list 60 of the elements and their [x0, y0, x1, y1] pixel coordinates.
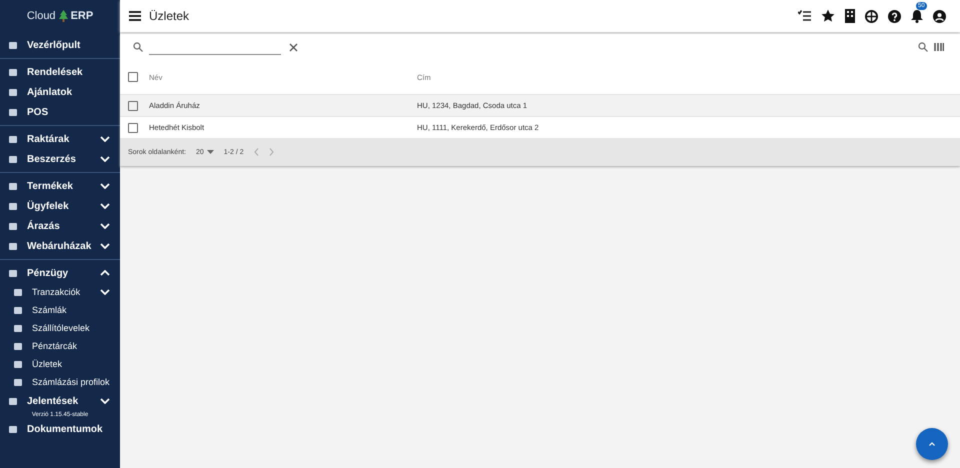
sidebar-item[interactable]: Rendelések: [0, 62, 120, 82]
sidebar-item[interactable]: Vezérlőpult: [0, 35, 120, 55]
square-icon: [9, 68, 17, 76]
page-title: Üzletek: [149, 9, 190, 23]
search-icon: [133, 42, 143, 52]
bell-icon[interactable]: [911, 10, 923, 22]
account-icon[interactable]: [933, 10, 946, 22]
sidebar-item[interactable]: Termékek: [0, 176, 120, 196]
sidebar-item[interactable]: Üzletek: [0, 355, 120, 373]
checkbox[interactable]: [128, 72, 138, 82]
tree-icon: [58, 10, 68, 22]
square-icon: [9, 156, 17, 162]
sidebar-item[interactable]: Ajánlatok: [0, 82, 120, 102]
square-icon: [9, 242, 17, 250]
square-icon: [14, 360, 22, 368]
globe-icon[interactable]: [865, 10, 878, 22]
sidebar-item[interactable]: Jelentések: [0, 391, 120, 411]
square-icon: [14, 306, 22, 314]
brand-text: Cloud: [26, 10, 56, 22]
sidebar-item[interactable]: Árazás: [0, 216, 120, 236]
sidebar-item[interactable]: Számlák: [0, 301, 120, 319]
dropdown-caret-icon: [206, 150, 214, 154]
square-icon: [14, 378, 22, 386]
sidebar-item[interactable]: Beszerzés: [0, 149, 120, 169]
search-icon[interactable]: [918, 42, 928, 52]
square-icon: [9, 182, 17, 190]
sidebar-item[interactable]: Webáruházak: [0, 236, 120, 256]
close-icon[interactable]: [289, 42, 298, 52]
checkbox[interactable]: [128, 122, 138, 132]
building-icon[interactable]: [845, 9, 855, 23]
sidebar-item[interactable]: Dokumentumok: [0, 419, 120, 439]
brand-text: ERP: [70, 10, 94, 22]
square-icon: [9, 108, 17, 116]
columns-icon[interactable]: [934, 43, 944, 51]
square-icon: [9, 202, 17, 210]
help-icon[interactable]: [888, 10, 901, 22]
sidebar-item[interactable]: Tranzakciók: [0, 283, 120, 301]
scroll-top-button[interactable]: [916, 428, 948, 460]
square-icon: [9, 88, 17, 96]
square-icon: [14, 288, 22, 296]
star-icon[interactable]: [821, 9, 835, 23]
sidebar-item[interactable]: Pénzügy: [0, 263, 120, 283]
sidebar-item[interactable]: Szállítólevelek: [0, 319, 120, 337]
sidebar-item[interactable]: Számlázási profilok: [0, 373, 120, 391]
square-icon: [9, 136, 17, 142]
square-icon: [9, 270, 17, 276]
sidebar-item[interactable]: Ügyfelek: [0, 196, 120, 216]
square-icon: [9, 222, 17, 230]
square-icon: [9, 398, 17, 404]
sidebar-item[interactable]: Pénztárcák: [0, 337, 120, 355]
menu-icon[interactable]: [129, 11, 141, 21]
square-icon: [14, 324, 22, 332]
sidebar-item[interactable]: Raktárak: [0, 129, 120, 149]
caret-up-icon: [929, 442, 935, 446]
sidebar-item[interactable]: POS: [0, 102, 120, 122]
square-icon: [14, 342, 22, 350]
square-icon: [9, 426, 17, 432]
checkbox[interactable]: [128, 100, 138, 110]
checklist-icon[interactable]: [798, 10, 811, 22]
square-icon: [9, 42, 17, 48]
